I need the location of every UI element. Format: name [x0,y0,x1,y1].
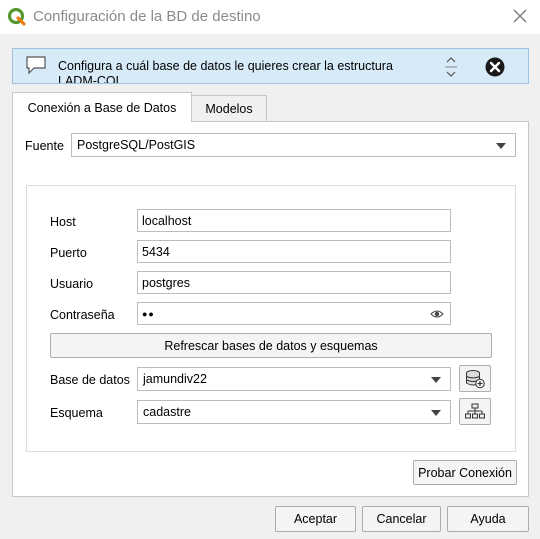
cancel-button-label: Cancelar [376,512,427,526]
test-connection-label: Probar Conexión [418,465,512,480]
window-title: Configuración de la BD de destino [33,8,261,25]
host-label: Host [50,215,76,229]
password-label: Contraseña [50,308,115,322]
tab-models-label: Modelos [205,101,253,116]
refresh-button[interactable]: Refrescar bases de datos y esquemas [50,333,492,358]
source-select[interactable]: PostgreSQL/PostGIS [71,133,516,157]
source-value: PostgreSQL/PostGIS [77,138,196,152]
schema-tree-icon [465,403,485,418]
dropdown-arrow-icon [496,143,506,149]
password-input[interactable]: ●● [137,302,451,325]
dropdown-arrow-icon [431,410,441,416]
message-bar: Configura a cuál base de datos le quiere… [12,48,529,84]
qgis-logo-icon [7,7,26,26]
user-value: postgres [142,275,190,290]
title-bar: Configuración de la BD de destino [0,0,540,34]
accept-button-label: Aceptar [293,512,338,526]
add-database-button[interactable] [459,365,491,392]
cancel-button[interactable]: Cancelar [362,506,441,532]
host-value: localhost [142,213,192,228]
port-label: Puerto [50,246,87,260]
schema-label: Esquema [50,406,103,420]
message-icon [26,56,46,75]
password-value: ●● [142,308,155,319]
tab-connection[interactable]: Conexión a Base de Datos [12,92,192,122]
help-button-label: Ayuda [470,512,506,526]
add-database-icon [466,369,485,388]
database-value: jamundiv22 [143,372,207,386]
schema-select[interactable]: cadastre [137,400,451,424]
tab-models[interactable]: Modelos [191,95,267,121]
schema-value: cadastre [143,405,191,419]
port-value: 5434 [142,244,170,259]
accept-button[interactable]: Aceptar [275,506,356,532]
user-label: Usuario [50,277,94,291]
dismiss-icon[interactable] [485,57,505,77]
add-schema-button[interactable] [459,398,491,425]
connection-panel: Fuente PostgreSQL/PostGIS Host localhost… [12,121,529,497]
dropdown-arrow-icon [431,377,441,383]
refresh-button-label: Refrescar bases de datos y esquemas [164,338,378,353]
user-input[interactable]: postgres [137,271,451,294]
database-label: Base de datos [50,373,130,387]
close-icon[interactable] [512,8,528,24]
scroll-arrows-icon[interactable] [444,54,458,80]
source-label: Fuente [25,139,64,153]
tab-connection-label: Conexión a Base de Datos [27,100,177,115]
database-select[interactable]: jamundiv22 [137,367,451,391]
eye-icon[interactable] [430,308,444,320]
message-text: Configura a cuál base de datos le quiere… [58,59,393,84]
host-input[interactable]: localhost [137,209,451,232]
connection-group: Host localhost Puerto 5434 Usuario postg… [26,185,516,452]
help-button[interactable]: Ayuda [447,506,529,532]
port-input[interactable]: 5434 [137,240,451,263]
test-connection-button[interactable]: Probar Conexión [413,460,517,485]
